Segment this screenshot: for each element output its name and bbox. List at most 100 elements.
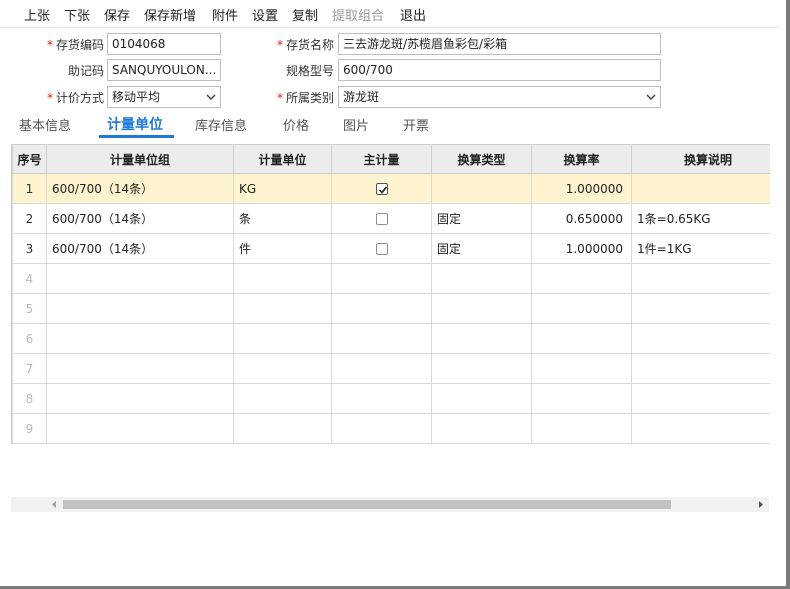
empty-cell[interactable] [431, 293, 532, 324]
table-row[interactable]: 2 600/700（14条） 条 固定 0.650000 1条=0.65KG [12, 203, 770, 234]
mnemonic-field[interactable]: SANQUYOULON... [107, 59, 221, 81]
empty-cell[interactable] [46, 293, 234, 324]
conv-type-cell[interactable] [431, 173, 532, 204]
empty-cell[interactable] [531, 413, 632, 444]
empty-cell[interactable] [531, 353, 632, 384]
empty-cell[interactable] [331, 353, 432, 384]
col-header-main-unit[interactable]: 主计量 [331, 144, 432, 174]
conv-desc-cell[interactable]: 1条=0.65KG [631, 203, 770, 234]
table-row-empty[interactable]: 9 [12, 413, 770, 444]
save-button[interactable]: 保存 [104, 5, 130, 24]
unit-cell[interactable]: 件 [233, 233, 332, 264]
empty-cell[interactable] [331, 263, 432, 294]
empty-cell[interactable] [233, 413, 332, 444]
empty-cell[interactable] [531, 263, 632, 294]
empty-cell[interactable] [431, 413, 532, 444]
conv-type-cell[interactable]: 固定 [431, 203, 532, 234]
empty-cell[interactable] [46, 263, 234, 294]
code-field[interactable]: 0104068 [107, 33, 221, 55]
unit-group-cell[interactable]: 600/700（14条） [46, 203, 234, 234]
empty-cell[interactable] [631, 383, 770, 414]
col-header-unit-group[interactable]: 计量单位组 [46, 144, 234, 174]
conv-rate-cell[interactable]: 1.000000 [531, 233, 632, 264]
empty-cell[interactable] [431, 263, 532, 294]
empty-cell[interactable] [631, 323, 770, 354]
attachment-button[interactable]: 附件 [212, 5, 238, 24]
tab-inventory-info[interactable]: 库存信息 [195, 115, 247, 134]
table-row[interactable]: 3 600/700（14条） 件 固定 1.000000 1件=1KG [12, 233, 770, 264]
table-row-empty[interactable]: 4 [12, 263, 770, 294]
col-header-conv-rate[interactable]: 换算率 [531, 144, 632, 174]
empty-cell[interactable] [631, 293, 770, 324]
col-header-conv-type[interactable]: 换算类型 [431, 144, 532, 174]
scroll-right-icon[interactable] [755, 499, 766, 510]
unit-cell[interactable]: KG [233, 173, 332, 204]
unit-cell[interactable]: 条 [233, 203, 332, 234]
empty-cell[interactable] [233, 263, 332, 294]
unit-group-cell[interactable]: 600/700（14条） [46, 173, 234, 204]
table-row-empty[interactable]: 6 [12, 323, 770, 354]
empty-cell[interactable] [631, 413, 770, 444]
row-number: 6 [12, 323, 47, 354]
main-unit-checkbox[interactable] [375, 243, 388, 255]
settings-button[interactable]: 设置 [252, 5, 278, 24]
conv-rate-cell[interactable]: 0.650000 [531, 203, 632, 234]
scroll-left-icon[interactable] [49, 499, 60, 510]
empty-cell[interactable] [46, 353, 234, 384]
name-label: * 存货名称 [276, 38, 334, 52]
tab-price[interactable]: 价格 [283, 115, 309, 134]
conv-desc-cell[interactable] [631, 173, 770, 204]
copy-button[interactable]: 复制 [292, 5, 318, 24]
empty-cell[interactable] [46, 383, 234, 414]
empty-cell[interactable] [331, 413, 432, 444]
empty-cell[interactable] [233, 353, 332, 384]
scrollbar-thumb[interactable] [63, 500, 671, 509]
table-row[interactable]: 1 600/700（14条） KG 1.000000 [12, 173, 770, 204]
main-unit-checkbox[interactable] [375, 183, 388, 195]
col-header-no[interactable]: 序号 [12, 144, 47, 174]
empty-cell[interactable] [631, 353, 770, 384]
empty-cell[interactable] [233, 293, 332, 324]
next-record-button[interactable]: 下张 [64, 5, 90, 24]
spec-field[interactable]: 600/700 [338, 59, 661, 81]
empty-cell[interactable] [431, 323, 532, 354]
table-row-empty[interactable]: 8 [12, 383, 770, 414]
exit-button[interactable]: 退出 [400, 5, 426, 24]
empty-cell[interactable] [631, 263, 770, 294]
empty-cell[interactable] [233, 383, 332, 414]
empty-cell[interactable] [46, 323, 234, 354]
col-header-unit[interactable]: 计量单位 [233, 144, 332, 174]
horizontal-scrollbar[interactable] [11, 497, 769, 512]
empty-cell[interactable] [531, 323, 632, 354]
extract-combo-button[interactable]: 提取组合 [332, 5, 384, 24]
tab-invoicing[interactable]: 开票 [403, 115, 429, 134]
empty-cell[interactable] [46, 413, 234, 444]
table-row-empty[interactable]: 7 [12, 353, 770, 384]
empty-cell[interactable] [331, 383, 432, 414]
tab-basic-info[interactable]: 基本信息 [19, 115, 71, 134]
row-number: 4 [12, 263, 47, 294]
empty-cell[interactable] [331, 323, 432, 354]
tab-units[interactable]: 计量单位 [107, 114, 163, 134]
table-row-empty[interactable]: 5 [12, 293, 770, 324]
spec-label: 规格型号 [285, 64, 334, 78]
save-and-new-button[interactable]: 保存新增 [144, 5, 196, 24]
conv-rate-cell[interactable]: 1.000000 [531, 173, 632, 204]
empty-cell[interactable] [531, 383, 632, 414]
valuation-select[interactable]: 移动平均 [107, 86, 221, 108]
unit-group-cell[interactable]: 600/700（14条） [46, 233, 234, 264]
empty-cell[interactable] [531, 293, 632, 324]
empty-cell[interactable] [331, 293, 432, 324]
prev-record-button[interactable]: 上张 [24, 5, 50, 24]
category-select[interactable]: 游龙斑 [338, 86, 661, 108]
empty-cell[interactable] [431, 353, 532, 384]
col-header-conv-desc[interactable]: 换算说明 [631, 144, 770, 174]
conv-desc-cell[interactable]: 1件=1KG [631, 233, 770, 264]
conv-type-cell[interactable]: 固定 [431, 233, 532, 264]
empty-cell[interactable] [233, 323, 332, 354]
tab-images[interactable]: 图片 [343, 115, 369, 134]
main-unit-cell [331, 173, 432, 204]
name-field[interactable]: 三去游龙斑/苏榄眉鱼彩包/彩箱 [338, 33, 661, 55]
empty-cell[interactable] [431, 383, 532, 414]
main-unit-checkbox[interactable] [375, 213, 388, 225]
